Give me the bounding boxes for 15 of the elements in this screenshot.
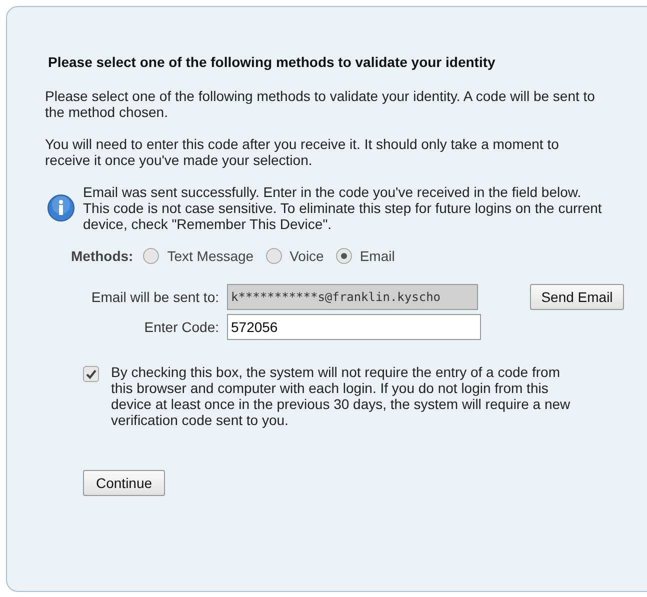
code-field[interactable]: 572056 (227, 314, 481, 340)
method-radio[interactable]: Voice (266, 248, 324, 264)
notice-text: Email was sent successfully. Enter in the code you've received in the field below. This code is not case sensitive. To eliminate this step for future logins on the current device, check "Remember This Device". (83, 184, 603, 232)
code-label: Enter Code: (143, 319, 219, 335)
methods-label: Methods: (71, 248, 134, 264)
remember-checkbox[interactable] (83, 366, 99, 382)
heading: Please select one of the following methods to validate your identity (47, 54, 496, 70)
instruction-text: Please select one of the following methods to validate your identity. A code will be sent to the method chosen. (45, 88, 596, 120)
info-icon (47, 194, 75, 222)
remember-text: By checking this box, the system will not require the entry of a code from this browser and computer with each login. If you do not login from this device at least once in the previous 30 days, the system will require a new verification code sent to you. (111, 364, 572, 428)
continue-button[interactable]: Continue (83, 470, 166, 496)
email-label: Email will be sent to: (90, 289, 219, 305)
instruction-text: You will need to enter this code after you receive it. It should only take a moment to receive it once you've made your selection. (45, 136, 560, 168)
method-radio[interactable]: Text Message (143, 248, 254, 264)
method-radio[interactable]: Email (336, 248, 395, 264)
